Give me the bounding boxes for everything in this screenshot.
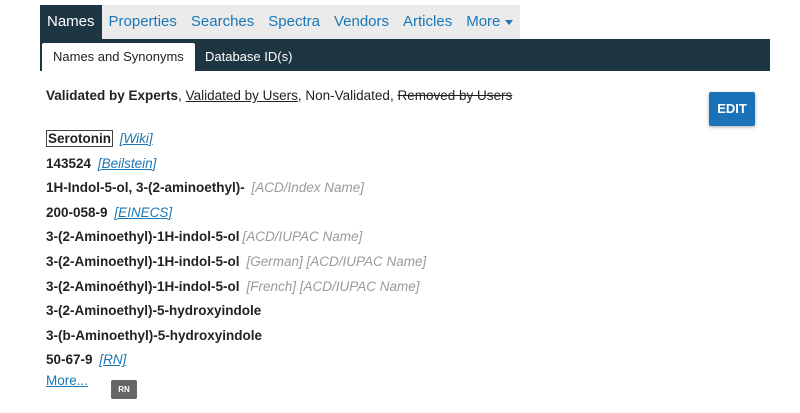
synonym-list: Serotonin [Wiki] 143524 [Beilstein] 1H-I… bbox=[46, 127, 686, 389]
synonym-row: 3-(2-Aminoethyl)-5-hydroxyindole bbox=[46, 299, 686, 324]
synonym-row: 3-(2-Aminoéthyl)-1H-indol-5-ol [French] [… bbox=[46, 275, 686, 300]
edit-button[interactable]: EDIT bbox=[709, 92, 755, 126]
caret-down-icon bbox=[505, 19, 514, 25]
tab-searches[interactable]: Searches bbox=[183, 5, 262, 39]
synonym-name: 200-058-9 bbox=[46, 204, 108, 220]
synonym-source-link[interactable]: [Wiki] bbox=[120, 131, 153, 146]
legend-removed: Removed by Users bbox=[397, 88, 513, 103]
legend-sep: , bbox=[178, 88, 186, 103]
tab-more-label: More bbox=[466, 13, 501, 30]
synonym-name: 50-67-9 bbox=[46, 352, 93, 368]
names-panel: Names Properties Searches Spectra Vendor… bbox=[0, 0, 800, 413]
tab-vendors[interactable]: Vendors bbox=[326, 5, 397, 39]
tab-articles[interactable]: Articles bbox=[396, 5, 460, 39]
synonym-row: 3-(2-Aminoethyl)-1H-indol-5-ol [German] [… bbox=[46, 250, 686, 275]
synonym-row: Serotonin [Wiki] bbox=[46, 127, 686, 152]
synonym-row: 1H-Indol-5-ol, 3-(2-aminoethyl)- [ACD/In… bbox=[46, 176, 686, 201]
subtab-database-ids[interactable]: Database ID(s) bbox=[194, 43, 303, 71]
synonym-name: 3-(2-Aminoethyl)-1H-indol-5-ol bbox=[46, 253, 240, 269]
synonym-row: 50-67-9 [RN] bbox=[46, 348, 686, 373]
synonym-name: 3-(2-Aminoethyl)-5-hydroxyindole bbox=[46, 303, 262, 319]
validation-legend: Validated by Experts, Validated by Users… bbox=[46, 88, 512, 103]
legend-non-validated: , Non-Validated, bbox=[297, 88, 398, 103]
synonym-note: [German] [ACD/IUPAC Name] bbox=[246, 253, 427, 269]
subtab-names-and-synonyms[interactable]: Names and Synonyms bbox=[42, 43, 195, 71]
synonym-name: 3-(2-Aminoéthyl)-1H-indol-5-ol bbox=[46, 278, 240, 294]
synonym-note: [French] [ACD/IUPAC Name] bbox=[246, 278, 420, 294]
synonym-name: Serotonin bbox=[46, 130, 113, 147]
synonym-name: 1H-Indol-5-ol, 3-(2-aminoethyl)- bbox=[46, 180, 245, 196]
main-tabs: Names Properties Searches Spectra Vendor… bbox=[40, 5, 521, 39]
tab-names[interactable]: Names bbox=[40, 5, 102, 39]
tab-spectra[interactable]: Spectra bbox=[261, 5, 327, 39]
synonym-name: 143524 bbox=[46, 155, 92, 171]
synonym-row: 143524 [Beilstein] bbox=[46, 152, 686, 177]
synonym-name: 3-(b-Aminoethyl)-5-hydroxyindole bbox=[46, 327, 263, 343]
synonym-name: 3-(2-Aminoethyl)-1H-indol-5-ol bbox=[46, 229, 240, 245]
rn-tooltip-badge: RN bbox=[111, 380, 137, 399]
synonym-row: 3-(b-Aminoethyl)-5-hydroxyindole bbox=[46, 324, 686, 349]
legend-experts: Validated by Experts bbox=[46, 88, 179, 103]
synonym-source-link[interactable]: [EINECS] bbox=[114, 205, 172, 220]
more-row: More... bbox=[46, 373, 686, 389]
synonym-note: [ACD/Index Name] bbox=[251, 180, 365, 196]
synonym-row: 200-058-9 [EINECS] bbox=[46, 201, 686, 226]
synonym-source-link[interactable]: [Beilstein] bbox=[98, 156, 157, 171]
subtab-bar: Names and Synonyms Database ID(s) bbox=[40, 39, 770, 71]
tab-more[interactable]: More bbox=[459, 5, 521, 39]
legend-users: Validated by Users bbox=[185, 88, 298, 103]
synonym-source-link[interactable]: [RN] bbox=[99, 352, 126, 367]
synonym-row: 3-(2-Aminoethyl)-1H-indol-5-ol [ACD/IUPAC… bbox=[46, 225, 686, 250]
tab-properties[interactable]: Properties bbox=[101, 5, 184, 39]
synonym-note: [ACD/IUPAC Name] bbox=[242, 229, 363, 245]
more-link[interactable]: More... bbox=[46, 373, 88, 388]
